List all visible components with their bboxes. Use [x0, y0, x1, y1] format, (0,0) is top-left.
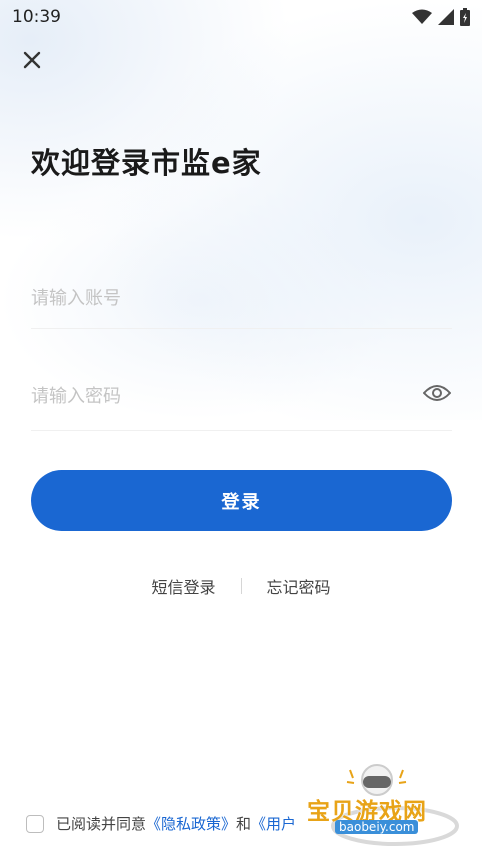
password-input[interactable]	[31, 362, 391, 430]
status-bar: 10:39	[0, 0, 482, 34]
login-button[interactable]: 登录	[31, 470, 452, 531]
secondary-links: 短信登录 忘记密码	[0, 574, 482, 598]
sms-login-link[interactable]: 短信登录	[151, 574, 215, 598]
eye-icon	[423, 385, 451, 401]
forgot-password-link[interactable]: 忘记密码	[267, 574, 331, 598]
privacy-policy-link[interactable]: 《隐私政策》	[146, 813, 236, 834]
close-icon	[23, 51, 41, 69]
signal-icon	[438, 9, 454, 25]
account-field	[31, 268, 452, 329]
status-time: 10:39	[12, 7, 61, 27]
account-input[interactable]	[31, 268, 391, 328]
wifi-icon	[412, 9, 432, 24]
password-field	[31, 362, 452, 431]
battery-icon	[460, 8, 470, 26]
watermark-url: baobeiy.com	[335, 820, 419, 834]
agreement-and: 和	[236, 815, 252, 833]
close-button[interactable]	[18, 46, 46, 74]
header-background	[0, 0, 482, 420]
watermark: 宝贝游戏网 baobeiy.com	[305, 764, 465, 849]
status-icons	[412, 8, 470, 26]
agreement-checkbox[interactable]	[26, 814, 44, 833]
toggle-password-visibility[interactable]	[422, 378, 452, 408]
agreement-row: 已阅读并同意 《隐私政策》 和 《用户	[26, 813, 296, 834]
link-divider	[240, 578, 242, 594]
agreement-prefix: 已阅读并同意	[56, 815, 147, 833]
page-title: 欢迎登录市监e家	[31, 146, 262, 180]
user-agreement-link[interactable]: 《用户	[251, 813, 296, 834]
